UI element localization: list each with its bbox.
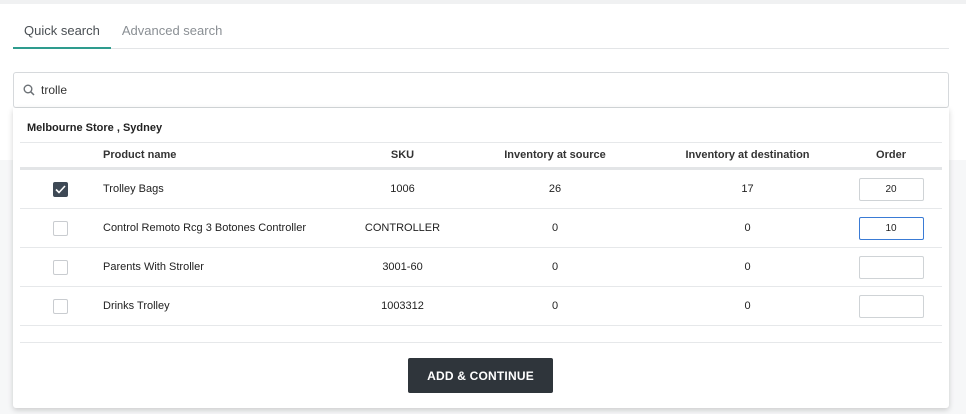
inventory-source: 26 — [548, 183, 562, 195]
search-results-dropdown: Melbourne Store , Sydney Product name SK… — [13, 108, 949, 408]
inventory-destination: 0 — [744, 300, 751, 312]
table-header: Product name SKU Inventory at source Inv… — [20, 142, 942, 170]
header-inventory-destination: Inventory at destination — [685, 149, 810, 161]
order-quantity-input[interactable] — [858, 177, 924, 201]
header-product-name: Product name — [103, 149, 177, 161]
product-name: Parents With Stroller — [103, 261, 204, 273]
inventory-destination: 0 — [744, 222, 751, 234]
product-name: Trolley Bags — [103, 183, 164, 195]
product-sku: CONTROLLER — [364, 222, 441, 234]
table-row: Parents With Stroller 3001-60 0 0 — [20, 248, 942, 287]
inventory-source: 0 — [551, 261, 559, 273]
product-name: Control Remoto Rcg 3 Botones Controller — [103, 222, 306, 234]
row-checkbox[interactable] — [52, 181, 68, 197]
header-inventory-source: Inventory at source — [504, 149, 606, 161]
header-order: Order — [876, 149, 906, 161]
search-icon — [23, 84, 35, 96]
results-table: Product name SKU Inventory at source Inv… — [20, 142, 942, 326]
search-input[interactable] — [41, 83, 921, 97]
product-sku: 1003312 — [381, 300, 424, 312]
add-and-continue-button[interactable]: ADD & CONTINUE — [408, 358, 553, 393]
search-box[interactable] — [13, 72, 949, 108]
table-row: Trolley Bags 1006 26 17 — [20, 170, 942, 209]
inventory-source: 0 — [551, 300, 559, 312]
order-quantity-input[interactable] — [858, 294, 924, 318]
search-tabs: Quick search Advanced search — [13, 14, 949, 49]
row-checkbox[interactable] — [52, 259, 68, 275]
inventory-destination: 0 — [744, 261, 751, 273]
row-checkbox[interactable] — [52, 298, 68, 314]
top-strip — [0, 0, 966, 4]
header-sku: SKU — [390, 149, 415, 161]
row-checkbox[interactable] — [52, 220, 68, 236]
tab-advanced-search[interactable]: Advanced search — [111, 14, 233, 48]
footer-divider — [20, 342, 942, 343]
inventory-source: 0 — [551, 222, 559, 234]
check-icon — [54, 184, 66, 194]
store-name: Melbourne Store , Sydney — [27, 122, 163, 134]
tab-quick-search[interactable]: Quick search — [13, 14, 111, 49]
order-quantity-input[interactable] — [858, 255, 924, 279]
product-sku: 3001-60 — [382, 261, 423, 273]
table-row: Control Remoto Rcg 3 Botones Controller … — [20, 209, 942, 248]
order-quantity-input[interactable] — [858, 216, 924, 240]
product-name: Drinks Trolley — [103, 300, 170, 312]
inventory-destination: 17 — [741, 183, 754, 195]
table-row: Drinks Trolley 1003312 0 0 — [20, 287, 942, 326]
product-sku: 1006 — [390, 183, 415, 195]
